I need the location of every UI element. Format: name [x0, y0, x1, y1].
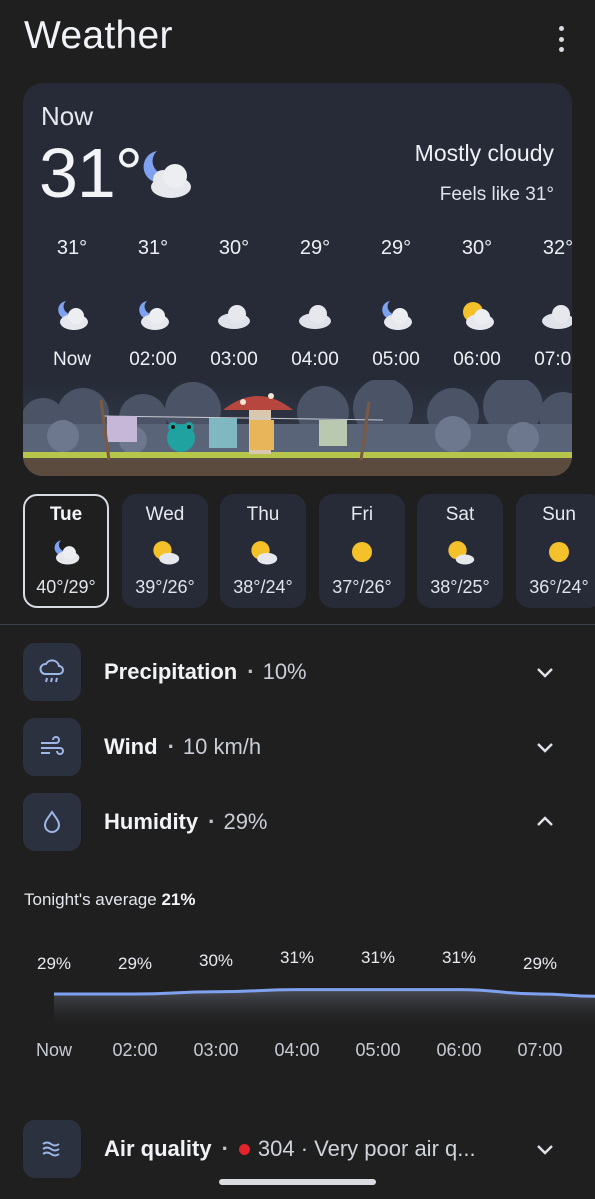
day-temp-range: 39°/26° — [135, 577, 195, 597]
sun-cloud-icon — [459, 299, 495, 336]
day-chip-wed[interactable]: Wed 39°/26° — [122, 494, 208, 608]
humidity-time-label: Now — [35, 1040, 72, 1060]
air-quality-value: 304 · Very poor air q... — [257, 1136, 476, 1161]
air-quality-status-dot — [238, 1144, 250, 1156]
hourly-temp: 31° — [137, 237, 169, 259]
humidity-time-label: 06:00 — [436, 1040, 482, 1060]
feels-like-text: Feels like 31° — [439, 184, 554, 205]
air-waves-icon — [23, 1120, 81, 1178]
hourly-time: 06:00 — [453, 349, 501, 370]
sun-icon — [544, 538, 574, 571]
humidity-average-text: Tonight's average 21% — [24, 890, 196, 910]
day-chip-sun[interactable]: Sun 36°/24° — [516, 494, 595, 608]
moon-cloud-icon — [378, 299, 414, 336]
day-name: Thu — [246, 504, 280, 525]
hourly-time: Now — [52, 349, 91, 370]
day-temp-range: 38°/25° — [430, 577, 490, 597]
sun-cloud-icon — [150, 538, 180, 571]
cloud-icon — [216, 299, 252, 336]
humidity-label: Humidity — [104, 809, 199, 834]
air-quality-row[interactable]: Air quality · 304 · Very poor air q... — [0, 1120, 595, 1178]
hourly-temp: 30° — [218, 237, 250, 259]
humidity-time-label: 07:00 — [517, 1040, 563, 1060]
hourly-forecast[interactable]: 31° Now 31° 02:00 30° 03:00 29° 04:00 29… — [23, 233, 572, 373]
water-drop-icon — [23, 793, 81, 851]
gesture-nav-bar[interactable] — [219, 1179, 376, 1185]
day-temp-range: 38°/24° — [233, 577, 293, 597]
chevron-down-icon[interactable] — [535, 1139, 555, 1164]
hourly-time: 04:00 — [291, 349, 339, 370]
hourly-time: 03:00 — [210, 349, 258, 370]
weather-illustration — [23, 380, 572, 476]
chevron-down-icon[interactable] — [535, 662, 555, 687]
current-temperature: 31° — [39, 134, 143, 212]
hourly-time: 02:00 — [129, 349, 177, 370]
air-quality-label: Air quality — [104, 1136, 212, 1161]
hourly-time: 05:00 — [372, 349, 420, 370]
wind-icon — [23, 718, 81, 776]
humidity-average-value: 21% — [161, 890, 196, 909]
wind-row[interactable]: Wind · 10 km/h — [0, 718, 595, 776]
hourly-temp: 29° — [299, 237, 331, 259]
more-options-icon[interactable] — [550, 26, 572, 52]
day-chip-sat[interactable]: Sat 38°/25° — [417, 494, 503, 608]
cloud-icon — [297, 299, 333, 336]
day-chip-fri[interactable]: Fri 37°/26° — [319, 494, 405, 608]
moon-cloud-icon — [54, 299, 90, 336]
hourly-temp: 31° — [56, 237, 88, 259]
humidity-time-label: 04:00 — [274, 1040, 320, 1060]
day-name: Sun — [542, 504, 576, 525]
day-name: Fri — [350, 504, 374, 525]
hourly-temp: 32° — [542, 237, 572, 259]
wind-value: 10 km/h — [182, 734, 262, 759]
day-temp-range: 40°/29° — [36, 577, 96, 597]
night-partly-cloudy-icon — [135, 149, 195, 206]
current-label: Now — [41, 101, 94, 131]
rain-cloud-icon — [23, 643, 81, 701]
precipitation-row[interactable]: Precipitation · 10% — [0, 643, 595, 701]
humidity-row[interactable]: Humidity · 29% — [0, 793, 595, 851]
day-temp-range: 37°/26° — [332, 577, 392, 597]
day-chip-tue[interactable]: Tue 40°/29° — [23, 494, 109, 608]
day-name: Tue — [49, 504, 83, 525]
condition-text: Mostly cloudy — [414, 140, 554, 166]
moon-cloud-icon — [51, 538, 81, 571]
sun-icon — [347, 538, 377, 571]
cloud-icon — [540, 299, 572, 336]
wind-label: Wind — [104, 734, 158, 759]
day-chip-thu[interactable]: Thu 38°/24° — [220, 494, 306, 608]
humidity-value: 29% — [223, 809, 268, 834]
precipitation-value: 10% — [262, 659, 307, 684]
daily-forecast[interactable]: Tue 40°/29° Wed 39°/26° Thu 38°/24° Fri … — [23, 494, 595, 610]
sun-cloud-icon — [248, 538, 278, 571]
humidity-area — [54, 989, 595, 1030]
moon-cloud-icon — [135, 299, 171, 336]
humidity-time-label: 02:00 — [112, 1040, 158, 1060]
app-title: Weather — [24, 14, 173, 57]
day-name: Sat — [445, 504, 475, 525]
section-divider — [0, 624, 595, 625]
hourly-temp: 30° — [461, 237, 493, 259]
chevron-down-icon[interactable] — [535, 737, 555, 762]
humidity-average-prefix: Tonight's average — [24, 890, 157, 909]
precipitation-label: Precipitation — [104, 659, 238, 684]
humidity-time-label: 03:00 — [193, 1040, 239, 1060]
humidity-time-label: 05:00 — [355, 1040, 401, 1060]
current-weather-card: Now 31° Mostly cloudy Feels like 31° 31°… — [23, 83, 572, 476]
hourly-temp: 29° — [380, 237, 412, 259]
hourly-time: 07:00 — [534, 349, 572, 370]
chevron-up-icon[interactable] — [535, 812, 555, 837]
day-temp-range: 36°/24° — [529, 577, 589, 597]
sun-cloud-icon — [445, 538, 475, 571]
day-name: Wed — [145, 504, 185, 525]
